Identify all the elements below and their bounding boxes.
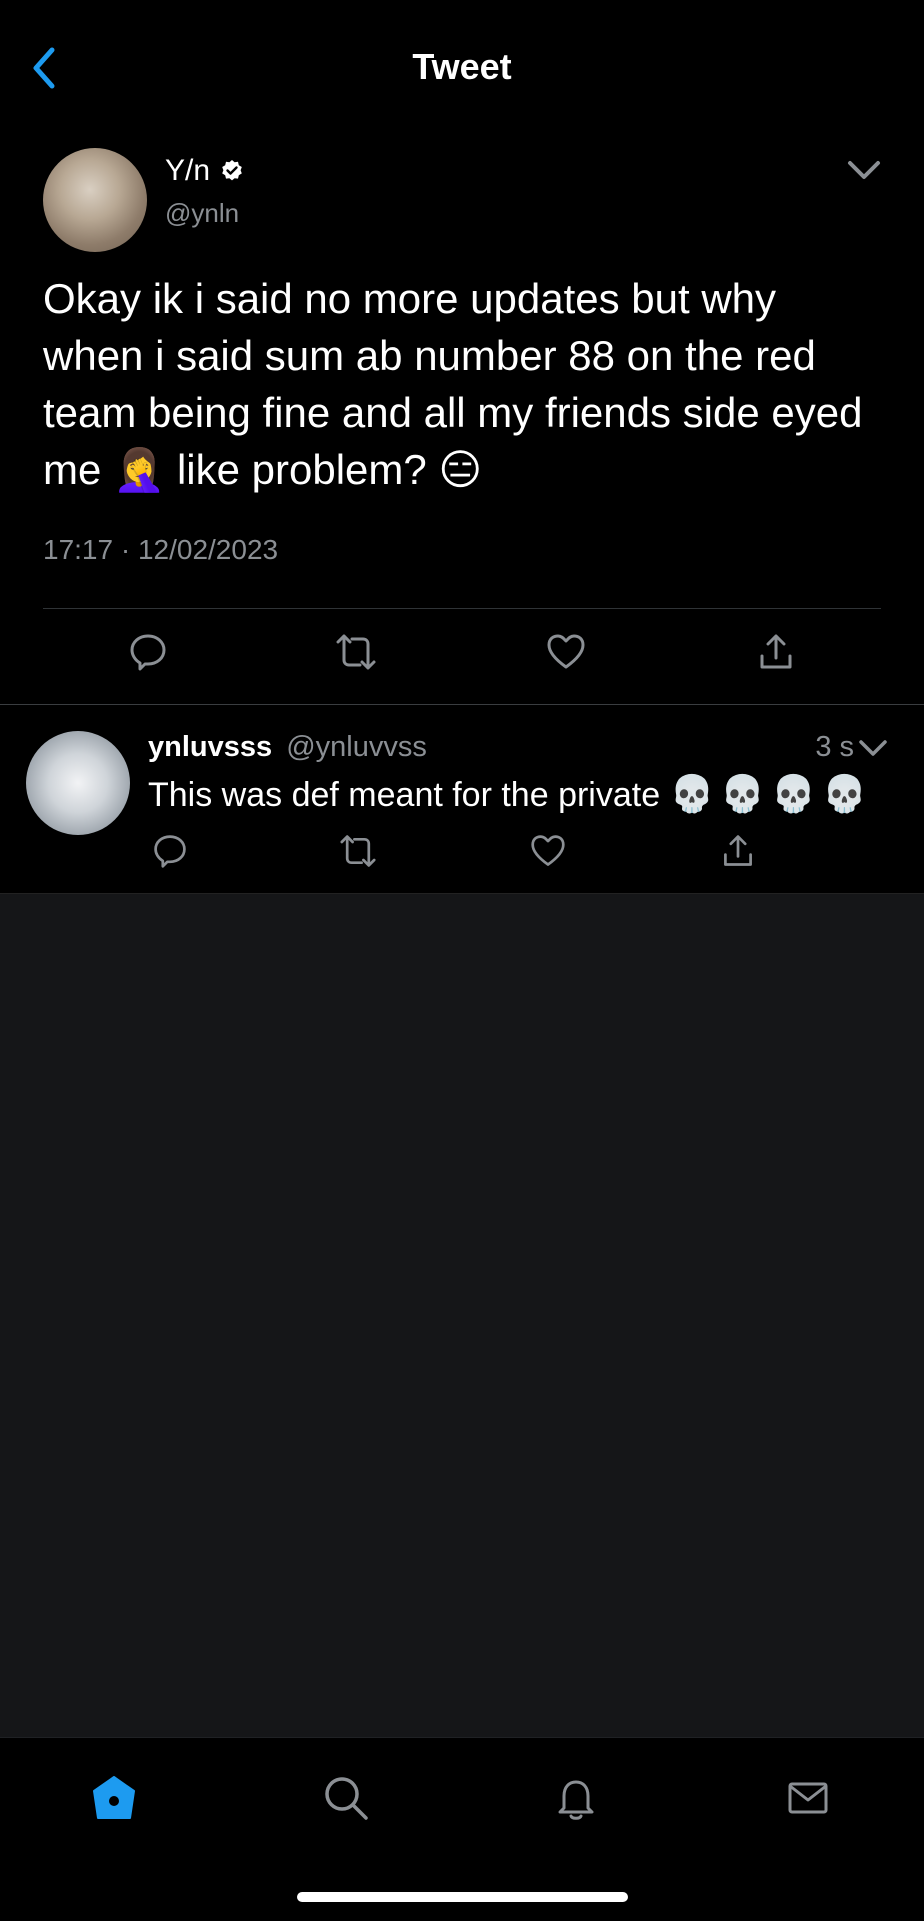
tweet-menu-button[interactable] [844, 150, 884, 190]
author-name-row[interactable]: Y/n [165, 154, 244, 188]
like-button[interactable] [544, 630, 588, 674]
reply-retweet-button[interactable] [336, 829, 380, 873]
chevron-down-icon [848, 161, 880, 179]
author-name: Y/n [165, 154, 211, 187]
skull-emoji: 💀💀💀💀 [669, 773, 873, 814]
reply-button[interactable] [126, 630, 170, 674]
reply-author-name[interactable]: ynluvsss [148, 731, 272, 763]
like-icon [531, 835, 565, 866]
author-avatar[interactable] [43, 148, 147, 252]
reply-time: 3 s [815, 731, 854, 763]
reply-like-button[interactable] [526, 829, 570, 873]
divider [43, 608, 881, 609]
share-icon [724, 835, 752, 866]
tab-notifications[interactable] [546, 1768, 606, 1828]
tab-messages[interactable] [778, 1768, 838, 1828]
reply-author-handle[interactable]: @ynluvvss [286, 731, 427, 763]
author-handle[interactable]: @ynln [165, 198, 239, 229]
chevron-down-icon [859, 740, 887, 756]
top-bar: Tweet [0, 0, 924, 130]
empty-feed-area [0, 893, 924, 1738]
like-icon [547, 634, 585, 669]
notifications-icon [558, 1780, 594, 1820]
reply-header: ynluvsss @ynluvvss [148, 731, 427, 764]
search-icon [325, 1777, 368, 1820]
reply-reply-button[interactable] [148, 829, 192, 873]
share-icon [760, 634, 792, 669]
tweet-actions [0, 630, 924, 690]
tab-search[interactable] [316, 1768, 376, 1828]
tab-home[interactable] [84, 1768, 144, 1828]
reply-icon [130, 634, 166, 671]
reply-menu-button[interactable] [856, 731, 890, 765]
page-title: Tweet [412, 46, 512, 87]
reply-share-button[interactable] [716, 829, 760, 873]
share-button[interactable] [754, 630, 798, 674]
reply-text: This was def meant for the private [148, 776, 661, 814]
reply-icon [154, 835, 186, 868]
reply-text-row: This was def meant for the private 💀💀💀💀 [148, 773, 873, 815]
retweet-icon [336, 634, 376, 670]
reply-tweet[interactable]: ynluvsss @ynluvvss 3 s This was def mean… [0, 705, 924, 893]
home-icon [93, 1776, 135, 1819]
verified-badge-icon [222, 160, 242, 181]
messages-icon [788, 1782, 828, 1814]
retweet-icon [340, 835, 376, 867]
tweet-text: Okay ik i said no more updates but why w… [43, 275, 875, 493]
reply-actions [0, 829, 924, 881]
tweet-timestamp: 17:17 · 12/02/2023 [43, 534, 279, 565]
reply-avatar[interactable] [26, 731, 130, 835]
retweet-button[interactable] [334, 630, 378, 674]
home-indicator[interactable] [297, 1892, 628, 1902]
